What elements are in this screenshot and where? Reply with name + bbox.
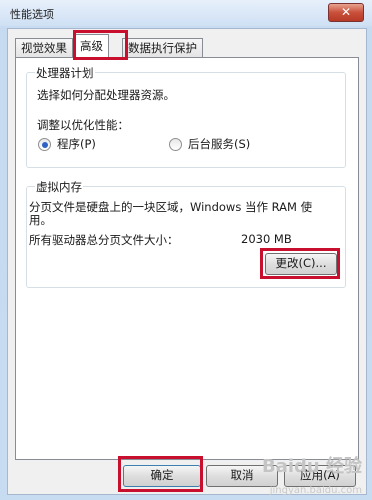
- window-title: 性能选项: [10, 8, 54, 21]
- cancel-button-label: 取消: [230, 468, 254, 482]
- virtual-memory-group: 虚拟内存 分页文件是硬盘上的一块区域，Windows 当作 RAM 使 用。 所…: [26, 179, 346, 288]
- group-title: 处理器计划: [35, 65, 95, 81]
- optimize-label: 调整以优化性能：: [37, 118, 129, 132]
- processor-scheduling-group: 处理器计划 选择如何分配处理器资源。 调整以优化性能： 程序(P) 后台服务(S…: [26, 65, 346, 168]
- radio-background-services-label[interactable]: 后台服务(S): [188, 136, 250, 152]
- tab-label: 高级: [80, 39, 103, 53]
- window-frame: 性能选项 ✕ 视觉效果 高级 数据执行保护 处理器计划 选择如何分配处理器资源。…: [0, 0, 372, 500]
- watermark-sub: jingyan.baidu.com: [269, 485, 362, 496]
- tab-visual-effects[interactable]: 视觉效果: [15, 38, 73, 58]
- ok-button[interactable]: 确定: [123, 465, 201, 487]
- group-title: 虚拟内存: [35, 179, 83, 195]
- watermark: Baidu 经验: [261, 456, 362, 477]
- vm-description-line1: 分页文件是硬盘上的一块区域，Windows 当作 RAM 使: [29, 200, 313, 214]
- vm-description-line2: 用。: [29, 213, 52, 227]
- change-button[interactable]: 更改(C)...: [265, 253, 337, 275]
- tab-panel-advanced: 处理器计划 选择如何分配处理器资源。 调整以优化性能： 程序(P) 后台服务(S…: [15, 57, 359, 460]
- radio-background-services[interactable]: [169, 138, 182, 151]
- processor-description: 选择如何分配处理器资源。: [37, 88, 175, 102]
- tab-label: 数据执行保护: [128, 41, 197, 55]
- vm-total-label: 所有驱动器总分页文件大小：: [29, 233, 179, 247]
- tab-advanced[interactable]: 高级: [74, 34, 109, 59]
- vm-total-value: 2030 MB: [241, 232, 292, 246]
- close-icon: ✕: [340, 5, 352, 19]
- tab-label: 视觉效果: [21, 41, 67, 55]
- radio-programs[interactable]: [38, 138, 51, 151]
- tab-dep[interactable]: 数据执行保护: [122, 38, 203, 58]
- change-button-label: 更改(C)...: [275, 256, 327, 270]
- title-bar: 性能选项 ✕: [0, 0, 372, 26]
- radio-programs-label[interactable]: 程序(P): [57, 136, 96, 152]
- close-button[interactable]: ✕: [328, 3, 364, 22]
- ok-button-label: 确定: [150, 468, 174, 482]
- dialog-client: 视觉效果 高级 数据执行保护 处理器计划 选择如何分配处理器资源。 调整以优化性…: [7, 28, 367, 495]
